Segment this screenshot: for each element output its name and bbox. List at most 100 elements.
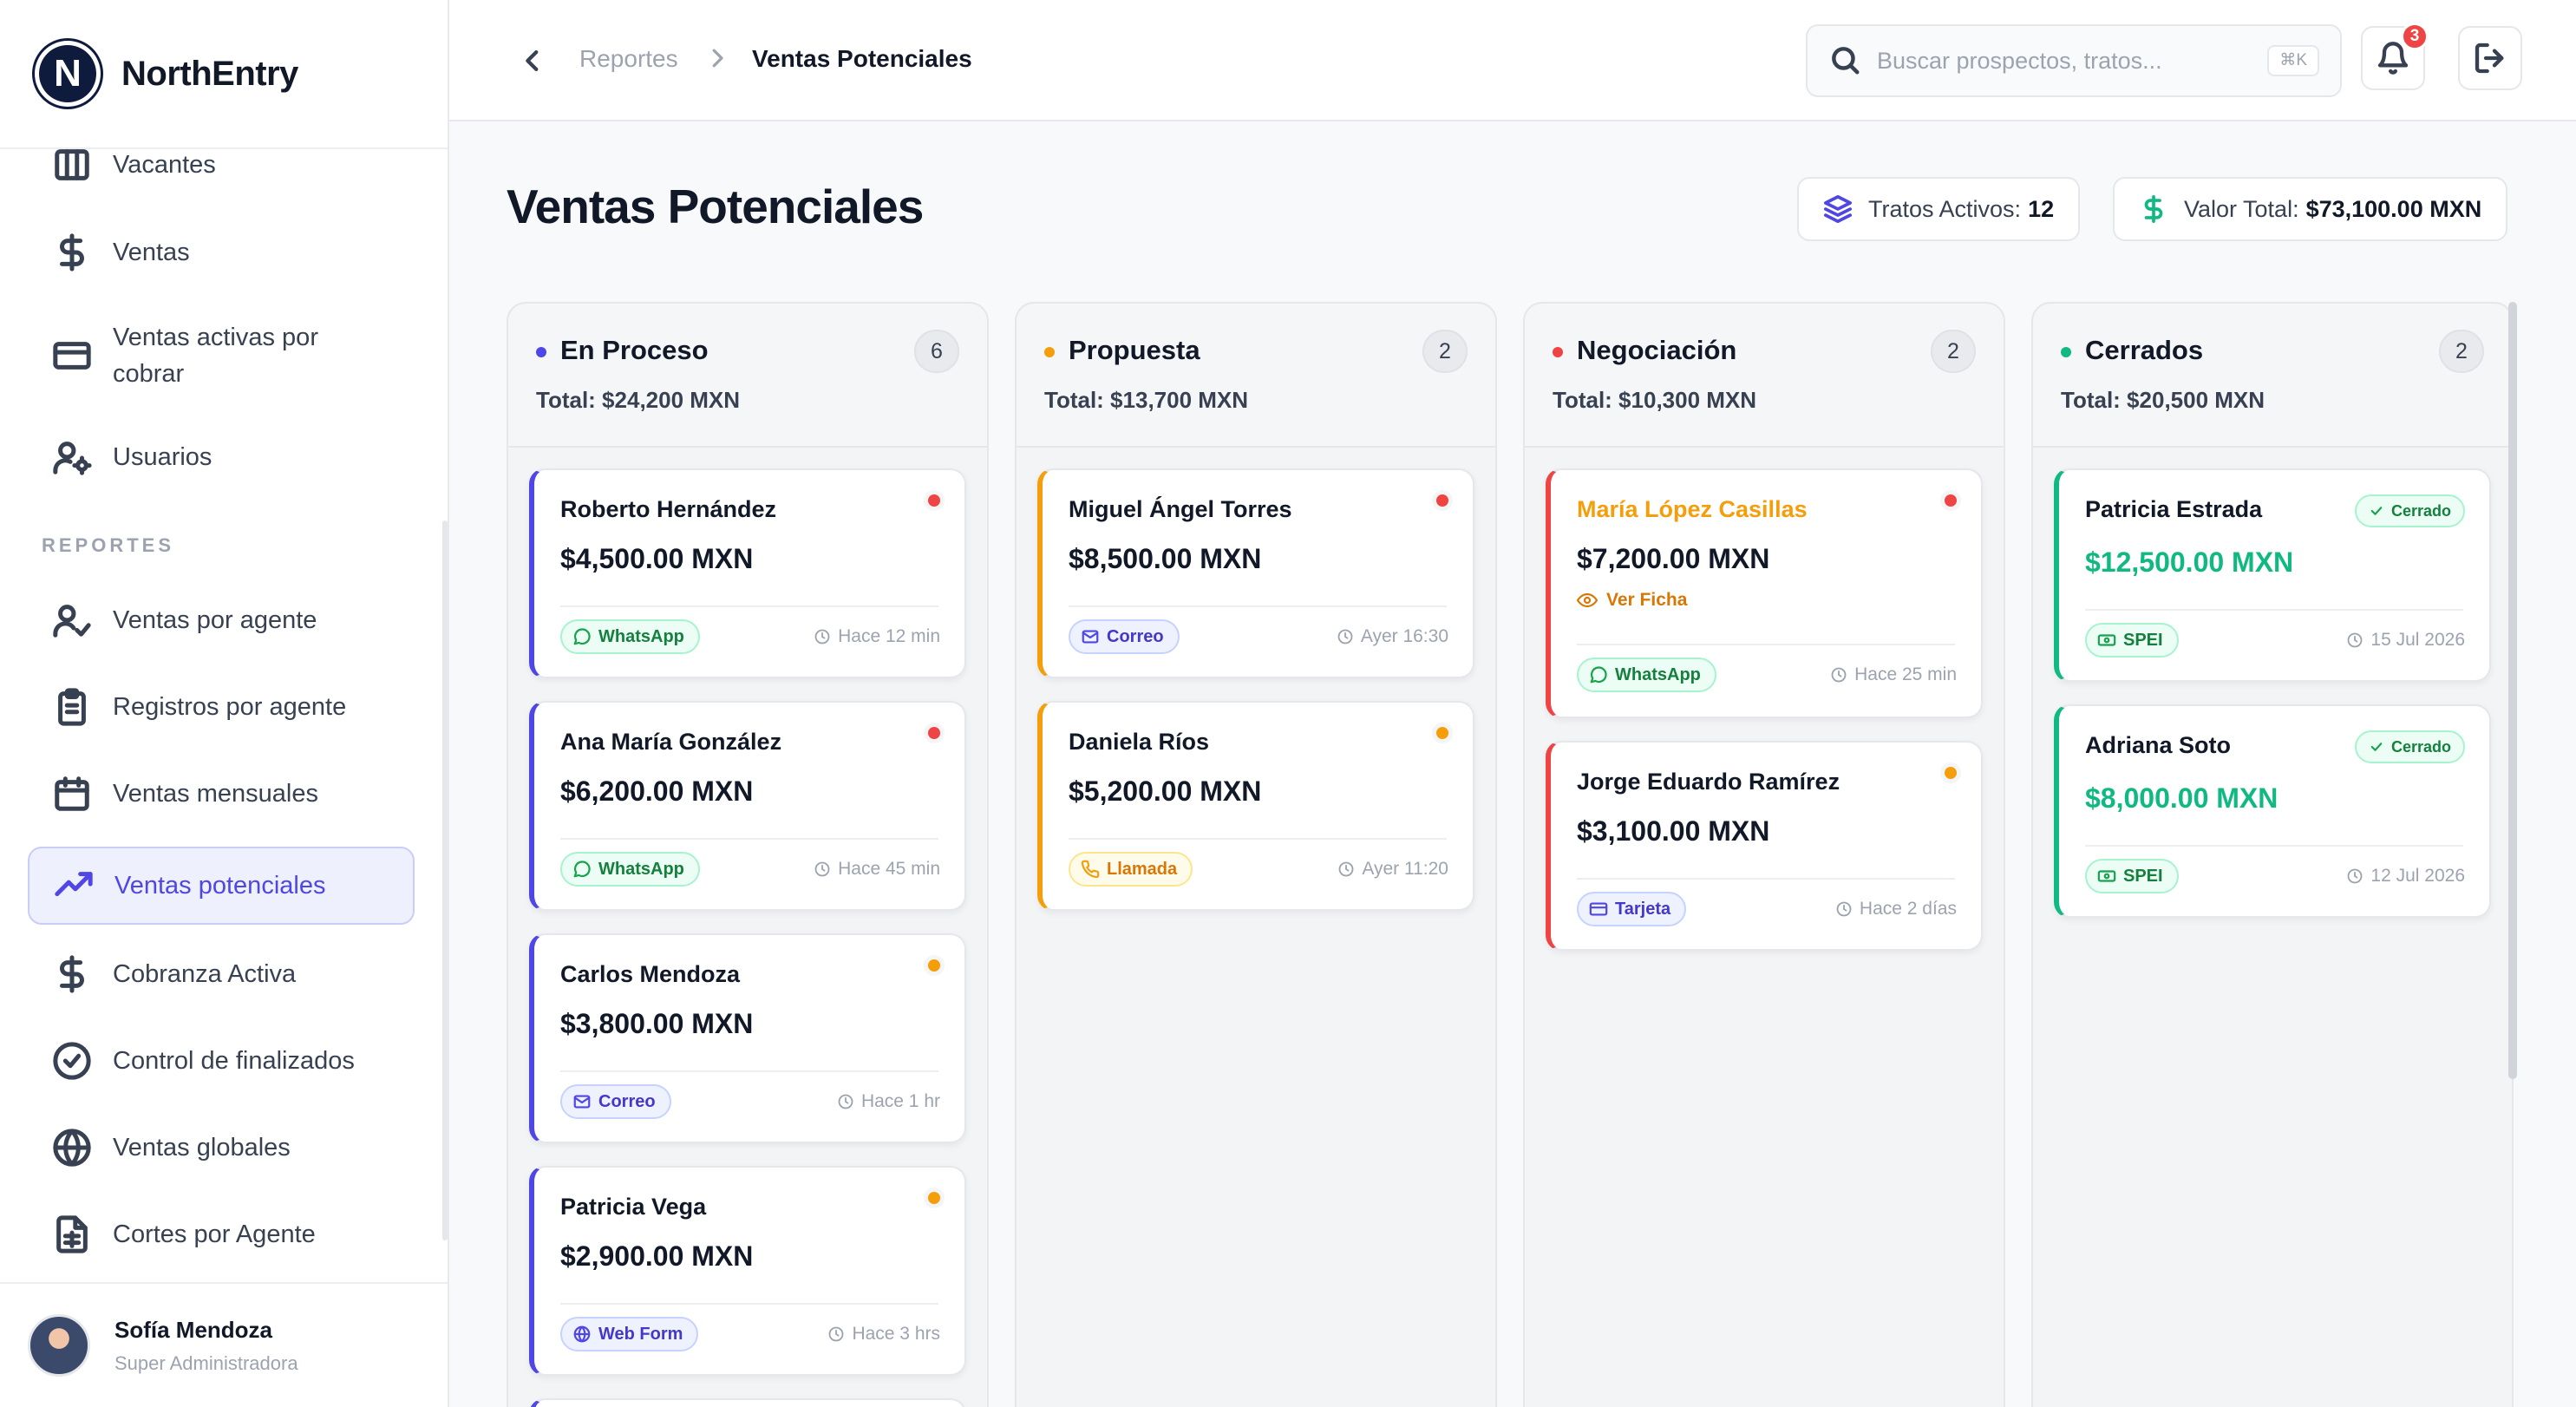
date-label: 12 Jul 2026 [2370,866,2465,886]
search-box[interactable]: ⌘K [1806,24,2342,97]
deal-name: Ana María González [560,729,782,755]
sidebar-item-vacantes[interactable]: Vacantes [28,139,415,191]
clock-icon [838,1094,853,1109]
user-info: Sofía Mendoza Super Administradora [114,1317,298,1375]
globe-icon [573,1325,591,1343]
sidebar-item-label: Cobranza Activa [113,959,297,988]
sidebar-scrollbar[interactable] [442,520,448,1240]
sidebar-item-usuarios[interactable]: Usuarios [28,427,415,488]
breadcrumb-reportes[interactable]: Reportes [579,45,678,73]
check-icon [2370,743,2383,751]
sidebar-item-label: Vacantes [113,150,216,179]
deal-card[interactable]: Patricia Estrada Cerrado $12,500.00 MXN … [2054,468,2491,682]
sidebar-item-control-de-finalizados[interactable]: Control de finalizados [28,1031,415,1091]
status-dot [1044,347,1055,357]
time-label: Hace 12 min [838,626,940,646]
total-value-label: Valor Total: [2184,195,2299,222]
whatsapp-icon [1590,666,1607,684]
notification-count-badge: 3 [2401,23,2429,50]
deal-card[interactable]: Roberto Hernández $4,500.00 MXN WhatsApp… [529,468,966,678]
channel-chip: Tarjeta [1577,892,1687,926]
sidebar-item-ventas-activas-por-cobrar[interactable]: Ventas activas por cobrar [28,312,415,399]
deal-card-partial[interactable] [529,1398,966,1407]
deal-amount: $5,200.00 MXN [1069,775,1262,807]
priority-dot [1436,494,1448,507]
total-value-amount: $73,100.00 MXN [2305,195,2482,222]
clock-icon [1836,901,1852,917]
back-button[interactable] [515,43,550,78]
page-title: Ventas Potenciales [507,180,924,233]
logout-button[interactable] [2458,26,2522,90]
deal-amount: $2,900.00 MXN [560,1240,754,1272]
board-scrollbar[interactable] [2508,302,2517,1079]
sidebar-item-ventas-por-agente[interactable]: Ventas por agente [28,590,415,651]
deal-name: Adriana Soto [2085,732,2232,758]
column-count-badge: 2 [2439,330,2484,373]
deal-time: Hace 45 min [814,859,940,880]
column-title: Cerrados [2085,335,2204,365]
user-check-icon [50,599,94,642]
deal-card[interactable]: Jorge Eduardo Ramírez $3,100.00 MXN Tarj… [1546,741,1983,951]
channel-label: WhatsApp [1615,664,1701,684]
breadcrumb-current: Ventas Potenciales [752,45,972,72]
sidebar-item-cortes-por-agente[interactable]: Cortes por Agente [28,1204,415,1265]
channel-chip: SPEI [2085,859,2179,893]
priority-dot [928,494,940,507]
sidebar-item-cobranza-activa[interactable]: Cobranza Activa [28,944,415,1005]
total-value-stat: Valor Total: $73,100.00 MXN [2113,177,2508,241]
deal-time: Hace 25 min [1830,664,1957,685]
deal-time: Hace 1 hr [837,1091,940,1112]
sidebar-item-ventas-mensuales[interactable]: Ventas mensuales [28,763,415,824]
sidebar-item-ventas[interactable]: Ventas [28,222,415,283]
deal-name: Daniela Ríos [1069,729,1210,755]
search-input[interactable] [1877,47,2241,75]
channel-label: WhatsApp [598,626,684,646]
deal-card[interactable]: Ana María González $6,200.00 MXN WhatsAp… [529,701,966,911]
deal-card[interactable]: Miguel Ángel Torres $8,500.00 MXN Correo… [1037,468,1474,678]
deal-card-highlighted[interactable]: María López Casillas $7,200.00 MXN Ver F… [1546,468,1983,718]
divider [1069,838,1447,840]
check-icon [2370,507,2383,515]
whatsapp-icon [573,861,591,878]
sidebar-item-label: Ventas activas por cobrar [113,319,318,392]
sidebar-item-ventas-globales[interactable]: Ventas globales [28,1117,415,1178]
deal-name: Miguel Ángel Torres [1069,496,1292,522]
divider [1577,644,1955,645]
priority-dot [1945,767,1957,779]
date-label: 15 Jul 2026 [2370,630,2465,650]
clock-icon [814,629,830,645]
chevron-right-icon [704,45,734,75]
column-total: Total: $13,700 MXN [1044,387,1249,413]
sidebar-item-label: Registros por agente [113,692,347,721]
deal-card[interactable]: Adriana Soto Cerrado $8,000.00 MXN SPEI … [2054,704,2491,918]
channel-chip: Correo [1069,619,1180,654]
deal-card[interactable]: Carlos Mendoza $3,800.00 MXN Correo Hace… [529,933,966,1143]
users-gear-icon [50,435,94,479]
dollar-icon [50,231,94,274]
deal-amount: $4,500.00 MXN [560,543,754,574]
channel-label: SPEI [2123,866,2163,886]
deal-card[interactable]: Patricia Vega $2,900.00 MXN Web Form Hac… [529,1166,966,1376]
mail-icon [1082,630,1099,644]
deal-amount: $3,800.00 MXN [560,1008,754,1039]
columns-icon [50,143,94,187]
time-label: Hace 3 hrs [852,1324,940,1344]
deal-name: Jorge Eduardo Ramírez [1577,769,1840,795]
dollar-icon [2144,194,2163,224]
time-label: Hace 25 min [1854,664,1957,684]
deal-card[interactable]: Daniela Ríos $5,200.00 MXN Llamada Ayer … [1037,701,1474,911]
channel-label: Tarjeta [1615,899,1671,919]
brand[interactable]: N NorthEntry [0,0,448,149]
notifications-button[interactable]: 3 [2361,23,2429,90]
sidebar-item-registros-por-agente[interactable]: Registros por agente [28,677,415,737]
sidebar-item-label: Usuarios [113,442,212,471]
status-dot [1553,347,1563,357]
user-profile[interactable]: Sofía Mendoza Super Administradora [0,1282,448,1407]
deal-name: Patricia Vega [560,1194,707,1220]
priority-dot [928,959,940,972]
column-count-badge: 2 [1931,330,1976,373]
column-count-badge: 6 [914,330,959,373]
sidebar-item-ventas-potenciales[interactable]: Ventas potenciales [28,847,415,925]
topbar: Reportes Ventas Potenciales ⌘K 3 [449,0,2576,121]
view-profile-link[interactable]: Ver Ficha [1577,590,1687,611]
